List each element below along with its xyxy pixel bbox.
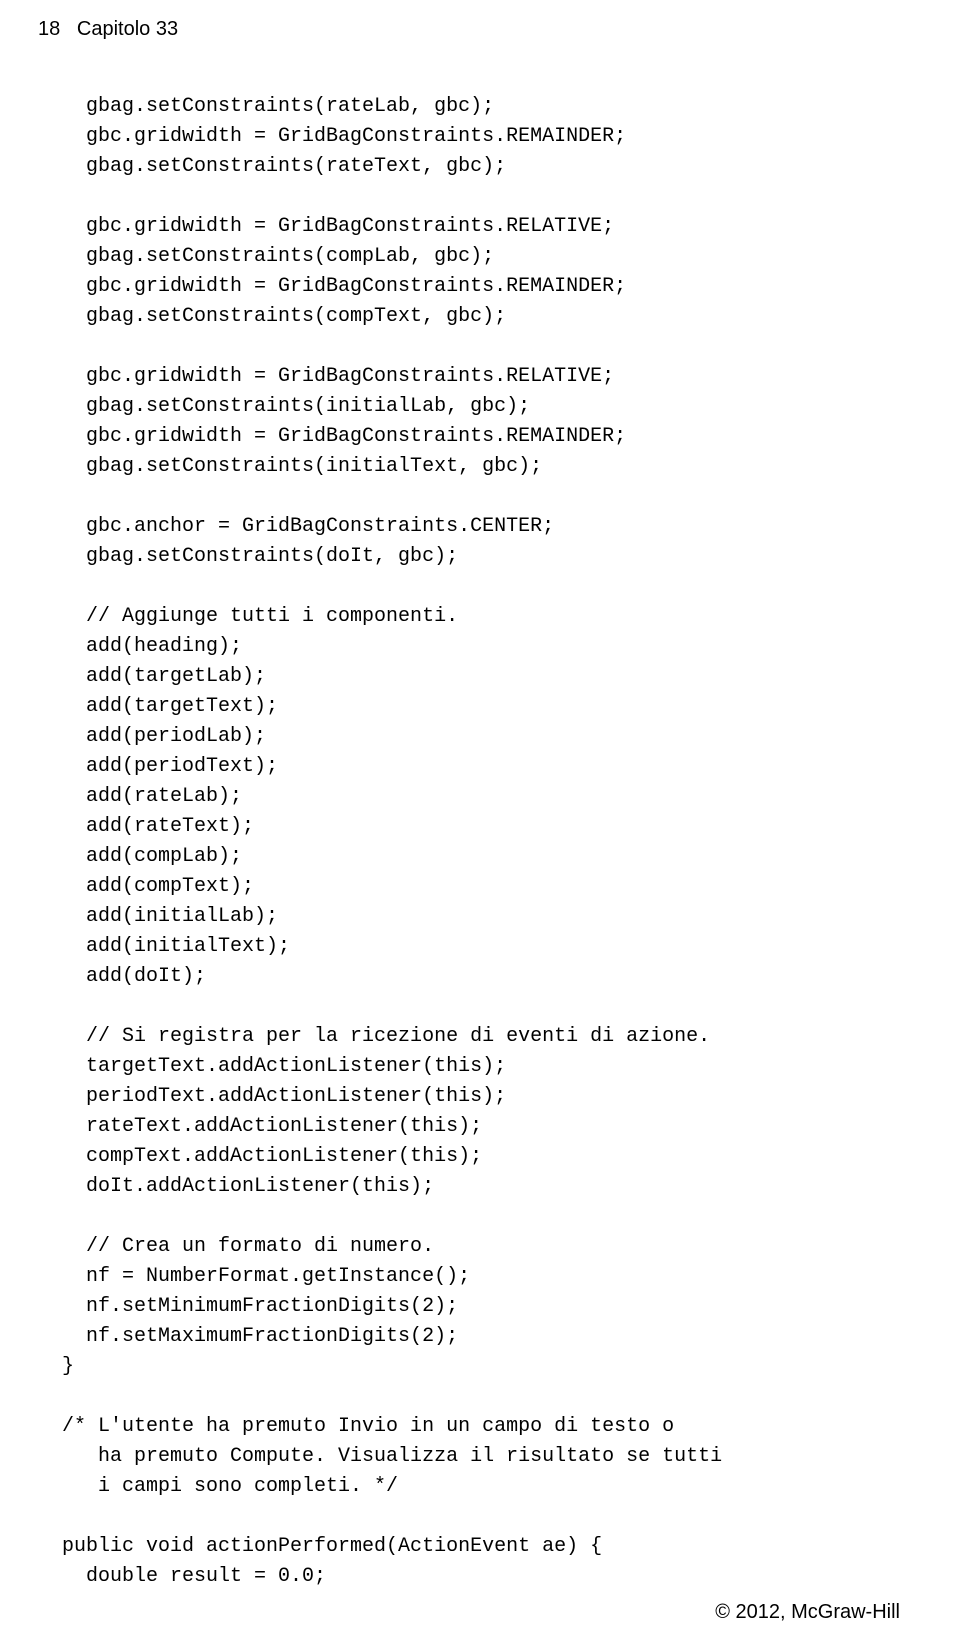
page: 18 Capitolo 33 gbag.setConstraints(rateL… xyxy=(0,0,960,1652)
chapter-title: Capitolo 33 xyxy=(77,18,178,40)
footer-copyright: © 2012, McGraw-Hill xyxy=(715,1601,900,1624)
code-listing: gbag.setConstraints(rateLab, gbc); gbc.g… xyxy=(38,92,900,1592)
page-header: 18 Capitolo 33 xyxy=(38,18,178,41)
page-number: 18 xyxy=(38,18,60,40)
